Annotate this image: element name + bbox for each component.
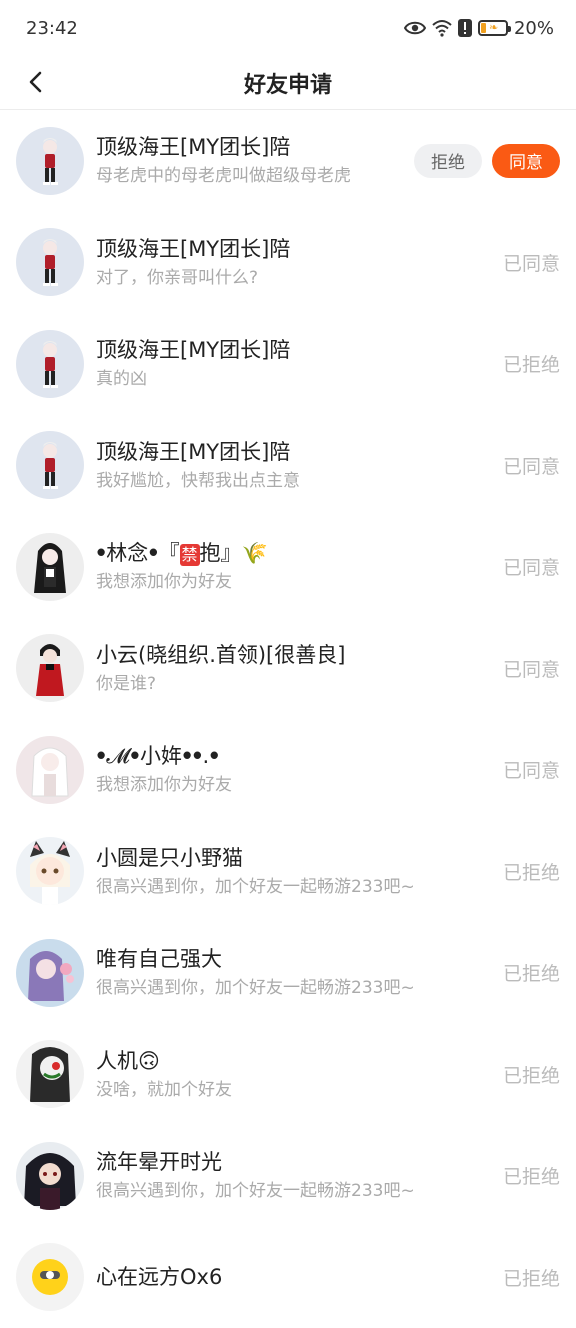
red-cloak-avatar[interactable] <box>16 634 84 702</box>
request-message: 母老虎中的母老虎叫做超级母老虎 <box>96 163 406 189</box>
request-row[interactable]: 顶级海王[MY团长]陪 对了，你亲哥叫什么? 已同意 <box>0 212 576 314</box>
status-bar: 23:42 ❧ 20% <box>0 0 576 56</box>
request-message: 很高兴遇到你，加个好友一起畅游233吧~ <box>96 975 486 1001</box>
request-message: 对了，你亲哥叫什么? <box>96 265 486 291</box>
request-message: 我想添加你为好友 <box>96 569 486 595</box>
dark-hair-girl-avatar[interactable] <box>16 533 84 601</box>
request-message: 你是谁? <box>96 671 486 697</box>
request-status: 已拒绝 <box>496 1162 560 1189</box>
back-button[interactable] <box>18 64 54 100</box>
request-message: 我好尴尬，快帮我出点主意 <box>96 468 486 494</box>
request-status: 已拒绝 <box>496 959 560 986</box>
request-row[interactable]: 小云(晓组织.首领)[很善良] 你是谁? 已同意 <box>0 618 576 720</box>
request-message: 很高兴遇到你，加个好友一起畅游233吧~ <box>96 1178 486 1204</box>
pastel-girl-avatar[interactable] <box>16 939 84 1007</box>
requester-name: 人机🙃 <box>96 1046 486 1076</box>
ban-badge: 禁 <box>180 544 200 566</box>
requester-name: ꔷ𝓜ꔷ小姩ꔷꔷ.ꔷ <box>96 741 486 771</box>
friend-request-list: 顶级海王[MY团长]陪 母老虎中的母老虎叫做超级母老虎 拒绝 同意 顶级海王[M… <box>0 110 576 1328</box>
status-time: 23:42 <box>26 18 78 39</box>
request-status: 已同意 <box>496 249 560 276</box>
battery-icon: ❧ <box>478 20 508 36</box>
request-status: 已拒绝 <box>496 1061 560 1088</box>
request-row[interactable]: 唯有自己强大 很高兴遇到你，加个好友一起畅游233吧~ 已拒绝 <box>0 922 576 1024</box>
request-message: 我想添加你为好友 <box>96 772 486 798</box>
masked-character-avatar[interactable] <box>16 1040 84 1108</box>
request-status: 已同意 <box>496 655 560 682</box>
page-title: 好友申请 <box>244 67 332 99</box>
request-row[interactable]: 小圆是只小野猫 很高兴遇到你，加个好友一起畅游233吧~ 已拒绝 <box>0 821 576 923</box>
name-prefix: ꔷ林念ꔷ『 <box>96 541 180 565</box>
request-status: 已同意 <box>496 756 560 783</box>
request-row[interactable]: 顶级海王[MY团长]陪 母老虎中的母老虎叫做超级母老虎 拒绝 同意 <box>0 110 576 212</box>
request-message: 很高兴遇到你，加个好友一起畅游233吧~ <box>96 874 486 900</box>
cat-ear-girl-avatar[interactable] <box>16 837 84 905</box>
chevron-left-icon <box>26 70 46 94</box>
request-status: 已同意 <box>496 452 560 479</box>
requester-name: 顶级海王[MY团长]陪 <box>96 437 486 467</box>
request-status: 已同意 <box>496 553 560 580</box>
request-row[interactable]: 人机🙃 没啥，就加个好友 已拒绝 <box>0 1024 576 1126</box>
requester-name: 顶级海王[MY团长]陪 <box>96 132 406 162</box>
status-icons: ❧ 20% <box>404 18 554 39</box>
request-row[interactable]: 顶级海王[MY团长]陪 真的凶 已拒绝 <box>0 313 576 415</box>
reject-button[interactable]: 拒绝 <box>414 144 482 178</box>
request-row[interactable]: ꔷ林念ꔷ『禁抱』🌾 我想添加你为好友 已同意 <box>0 516 576 618</box>
white-hair-girl-avatar[interactable] <box>16 736 84 804</box>
accept-button[interactable]: 同意 <box>492 144 560 178</box>
request-message: 没啥，就加个好友 <box>96 1077 486 1103</box>
request-row[interactable]: 心在远方Ox6 已拒绝 <box>0 1227 576 1328</box>
girl-chibi-avatar[interactable] <box>16 431 84 499</box>
nav-bar: 好友申请 <box>0 56 576 110</box>
requester-name: 流年晕开时光 <box>96 1147 486 1177</box>
girl-chibi-avatar[interactable] <box>16 330 84 398</box>
request-status: 已拒绝 <box>496 858 560 885</box>
request-message: 真的凶 <box>96 366 486 392</box>
girl-chibi-avatar[interactable] <box>16 127 84 195</box>
wifi-icon <box>432 19 452 37</box>
requester-name: 顶级海王[MY团长]陪 <box>96 234 486 264</box>
request-row[interactable]: 流年晕开时光 很高兴遇到你，加个好友一起畅游233吧~ 已拒绝 <box>0 1125 576 1227</box>
request-row[interactable]: 顶级海王[MY团长]陪 我好尴尬，快帮我出点主意 已同意 <box>0 415 576 517</box>
yellow-character-avatar[interactable] <box>16 1243 84 1311</box>
requester-name: 小圆是只小野猫 <box>96 843 486 873</box>
eye-icon <box>404 20 426 36</box>
requester-name: 心在远方Ox6 <box>96 1262 486 1292</box>
dark-hair-boy-avatar[interactable] <box>16 1142 84 1210</box>
name-suffix: 抱』🌾 <box>200 541 268 565</box>
request-status: 已拒绝 <box>496 1264 560 1291</box>
requester-name: ꔷ林念ꔷ『禁抱』🌾 <box>96 538 486 568</box>
requester-name: 小云(晓组织.首领)[很善良] <box>96 640 486 670</box>
alert-icon <box>458 19 472 37</box>
request-status: 已拒绝 <box>496 350 560 377</box>
request-row[interactable]: ꔷ𝓜ꔷ小姩ꔷꔷ.ꔷ 我想添加你为好友 已同意 <box>0 719 576 821</box>
requester-name: 顶级海王[MY团长]陪 <box>96 335 486 365</box>
girl-chibi-avatar[interactable] <box>16 228 84 296</box>
battery-percent: 20% <box>514 18 554 39</box>
requester-name: 唯有自己强大 <box>96 944 486 974</box>
